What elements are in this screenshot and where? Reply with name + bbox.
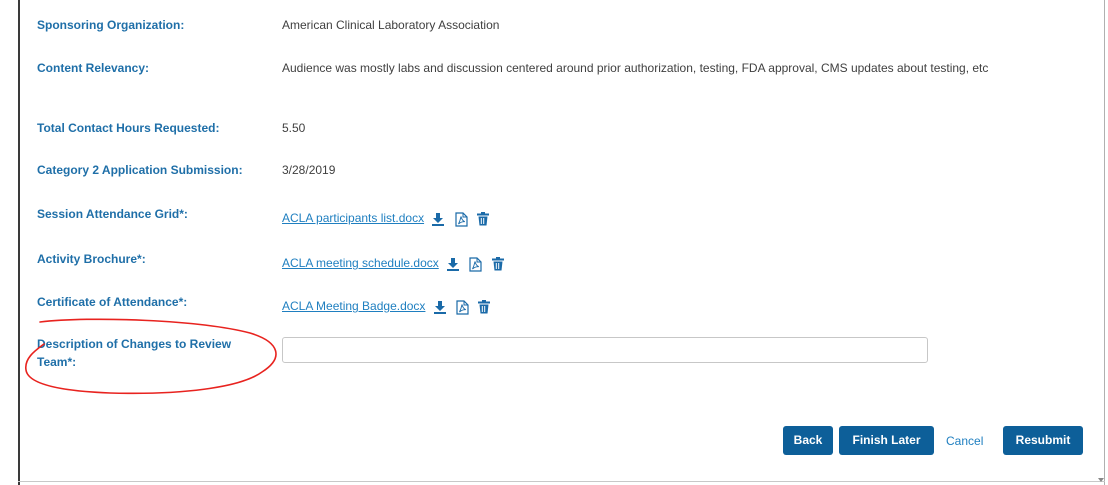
field-label: Session Attendance Grid*: [37, 207, 188, 221]
field-label: Activity Brochure*: [37, 252, 146, 266]
download-icon[interactable] [433, 300, 447, 315]
description-input[interactable] [282, 337, 928, 363]
finish-later-button[interactable]: Finish Later [839, 426, 934, 455]
pdf-icon[interactable] [455, 212, 468, 227]
field-value: Audience was mostly labs and discussion … [282, 61, 989, 75]
bottom-border [18, 481, 1105, 482]
file-actions [433, 297, 497, 316]
description-label: Description of Changes to Review Team*: [37, 337, 232, 369]
file-link[interactable]: ACLA participants list.docx [282, 211, 424, 225]
pdf-icon[interactable] [469, 257, 483, 272]
pdf-icon[interactable] [456, 300, 469, 315]
field-label: Certificate of Attendance*: [37, 295, 188, 309]
field-label: Total Contact Hours Requested: [37, 121, 220, 135]
field-value: American Clinical Laboratory Association [282, 18, 500, 32]
trash-icon[interactable] [478, 300, 491, 314]
field-value: 5.50 [282, 121, 306, 135]
field-value: 3/28/2019 [282, 163, 336, 177]
download-icon[interactable] [446, 257, 460, 272]
file-value: ACLA meeting schedule.docx [282, 254, 1042, 273]
resubmit-button[interactable]: Resubmit [1003, 426, 1083, 455]
file-link[interactable]: ACLA Meeting Badge.docx [282, 299, 425, 313]
field-label: Content Relevancy: [37, 61, 150, 75]
file-value: ACLA participants list.docx [282, 209, 1042, 228]
file-value: ACLA Meeting Badge.docx [282, 297, 1042, 316]
field-label: Category 2 Application Submission: [37, 163, 243, 177]
field-label: Sponsoring Organization: [37, 18, 185, 32]
left-border [18, 0, 20, 485]
right-scroll-edge [1104, 0, 1105, 485]
file-actions [431, 209, 495, 228]
trash-icon[interactable] [477, 212, 490, 226]
trash-icon[interactable] [491, 257, 504, 271]
file-actions [446, 254, 510, 273]
file-link[interactable]: ACLA meeting schedule.docx [282, 256, 439, 270]
scroll-down-arrow-icon[interactable] [1098, 478, 1104, 482]
back-button[interactable]: Back [783, 426, 833, 455]
cancel-link[interactable]: Cancel [946, 434, 983, 448]
download-icon[interactable] [431, 212, 445, 227]
